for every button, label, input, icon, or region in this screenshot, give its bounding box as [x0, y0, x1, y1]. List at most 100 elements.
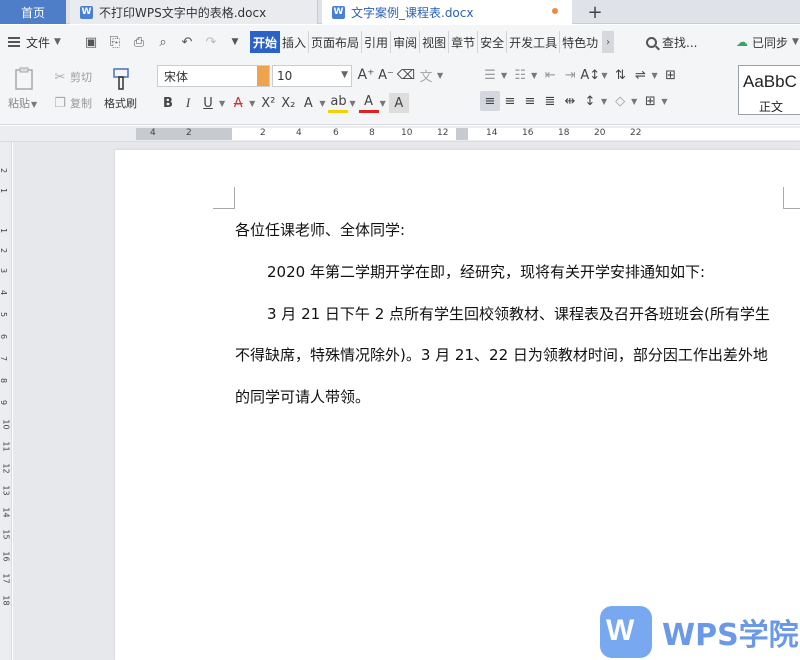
wps-academy-watermark: W WPS学院 [600, 606, 799, 658]
tab-document-2[interactable]: W 文字案例_课程表.docx [322, 0, 572, 24]
search-button[interactable]: 查找... [646, 34, 736, 51]
tab-page-layout[interactable]: 页面布局 [309, 31, 363, 53]
strikethrough-icon[interactable]: A [228, 93, 248, 113]
shrink-font-icon[interactable]: A⁻ [376, 65, 396, 85]
tab-sections[interactable]: 章节 [449, 31, 479, 53]
margin-corner-top-right [783, 187, 800, 209]
ruler-number: 4 [0, 290, 8, 295]
ruler-number: 8 [0, 378, 8, 383]
format-painter-label: 格式刷 [104, 97, 137, 110]
vertical-ruler[interactable]: 2 1 1 2 3 4 5 6 7 8 9 10 11 12 13 14 15 … [0, 142, 12, 660]
tab-stop-marker[interactable] [456, 128, 468, 140]
tab-document-1[interactable]: W 不打印WPS文字中的表格.docx [70, 0, 318, 24]
paragraph-tools-top: ☰ ▼ ☷ ▼ ⇤ ⇥ A↕ ▼ ⇅ ⇌ ▼ ⊞ [480, 65, 681, 85]
ruler-number: 7 [0, 356, 8, 361]
chevron-down-icon: ▼ [54, 37, 61, 47]
body-paragraph-line[interactable]: 3 月 21 日下午 2 点所有学生回校领教材、课程表及召开各班班会(所有学生 [267, 304, 770, 324]
clear-format-icon[interactable]: ⌫ [396, 65, 416, 85]
distributed-icon[interactable]: ⇹ [560, 91, 580, 111]
document-workspace[interactable]: 各位任课老师、全体同学: 2020 年第二学期开学在即，经研究，现将有关开学安排… [13, 142, 800, 660]
borders-icon[interactable]: ⊞ [640, 91, 660, 111]
paste-button[interactable]: 粘贴▼ [8, 67, 40, 111]
superscript-icon[interactable]: X² [258, 93, 278, 113]
ruler-number: 8 [369, 128, 375, 138]
underline-icon[interactable]: U [198, 93, 218, 113]
grow-font-icon[interactable]: A⁺ [356, 65, 376, 85]
intro-paragraph[interactable]: 2020 年第二学期开学在即，经研究，现将有关开学安排通知如下: [267, 262, 705, 282]
font-name-select[interactable]: 宋体 [157, 65, 270, 87]
save-icon[interactable]: ▣ [80, 31, 102, 53]
tab-insert[interactable]: 插入 [280, 31, 310, 53]
salutation-paragraph[interactable]: 各位任课老师、全体同学: [235, 220, 405, 240]
align-left-icon[interactable]: ≡ [480, 91, 500, 111]
highlight-icon[interactable]: ab [328, 93, 349, 113]
tab-home[interactable]: 首页 [0, 0, 66, 24]
ruler-number: 5 [0, 312, 8, 317]
more-tabs-button[interactable]: › [602, 31, 615, 53]
tab-view[interactable]: 视图 [420, 31, 450, 53]
tab-developer[interactable]: 开发工具 [507, 31, 561, 53]
align-right-icon[interactable]: ≡ [520, 91, 540, 111]
horizontal-ruler[interactable]: 4 2 2 4 6 8 10 12 14 16 18 20 22 [0, 126, 800, 142]
numbered-list-icon[interactable]: ☷ [510, 65, 530, 85]
menu-right: 查找... ☁ 已同步 ▼ [646, 25, 800, 59]
undo-icon[interactable]: ↶ [176, 31, 198, 53]
tab-security[interactable]: 安全 [478, 31, 508, 53]
customize-toolbar-icon[interactable]: ▼ [224, 31, 246, 53]
justify-icon[interactable]: ≣ [540, 91, 560, 111]
tab-review[interactable]: 审阅 [391, 31, 421, 53]
copy-button[interactable]: ❐ 复制 [50, 93, 92, 113]
text-effect-icon[interactable]: A [298, 93, 318, 113]
subscript-icon[interactable]: X₂ [278, 93, 298, 113]
export-icon[interactable]: ⎘ [104, 31, 126, 53]
bold-icon[interactable]: B [158, 93, 178, 113]
decrease-indent-icon[interactable]: ⇤ [540, 65, 560, 85]
file-menu-button[interactable]: 文件 ▼ [0, 34, 80, 51]
print-icon[interactable]: ⎙ [128, 31, 150, 53]
phonetic-guide-icon[interactable]: 文 [416, 65, 436, 85]
wps-writer-icon: W [332, 5, 345, 19]
new-tab-button[interactable]: + [580, 0, 610, 24]
align-center-icon[interactable]: ≡ [500, 91, 520, 111]
redo-icon[interactable]: ↷ [200, 31, 222, 53]
body-paragraph-line[interactable]: 的同学可请人带领。 [235, 387, 370, 407]
font-size-value: 10 [277, 69, 293, 83]
shading-icon[interactable]: ◇ [610, 91, 630, 111]
text-direction-icon[interactable]: A↕ [580, 65, 600, 85]
unsaved-indicator-icon [552, 8, 558, 14]
quick-access-toolbar: ▣ ⎘ ⎙ ⌕ ↶ ↷ ▼ [80, 31, 246, 53]
body-paragraph-line[interactable]: 不得缺席，特殊情况除外)。3 月 21、22 日为领教材时间，部分因工作出差外地 [235, 345, 768, 365]
ruler-number: 1 [0, 228, 8, 233]
show-marks-icon[interactable]: ⇌ [630, 65, 650, 85]
ribbon-tabs: 开始 插入 页面布局 引用 审阅 视图 章节 安全 开发工具 特色功 › [250, 31, 615, 53]
sync-status[interactable]: ☁ 已同步 ▼ [736, 34, 800, 51]
italic-icon[interactable]: I [178, 93, 198, 113]
copy-icon: ❐ [54, 95, 66, 111]
character-shading-icon[interactable]: A [388, 93, 409, 113]
bullet-list-icon[interactable]: ☰ [480, 65, 500, 85]
cut-button[interactable]: ✂ 剪切 [50, 67, 92, 87]
sort-icon[interactable]: ⇅ [610, 65, 630, 85]
scissors-icon: ✂ [54, 69, 66, 85]
font-size-select[interactable]: 10 ▼ [272, 65, 352, 87]
tab-start[interactable]: 开始 [250, 31, 281, 53]
ruler-number: 18 [558, 128, 570, 138]
increase-indent-icon[interactable]: ⇥ [560, 65, 580, 85]
font-color-icon[interactable]: A [358, 93, 379, 113]
print-preview-icon[interactable]: ⌕ [152, 31, 174, 53]
font-size-tools: A⁺ A⁻ ⌫ 文 ▼ [356, 65, 444, 85]
style-normal[interactable]: AaBbC 正文 [738, 65, 800, 115]
font-dropdown-arrow[interactable] [257, 66, 269, 86]
ruler-number: 10 [401, 128, 413, 138]
line-spacing-icon[interactable]: ↕ [580, 91, 600, 111]
paste-icon [15, 67, 33, 90]
ruler-number: 2 [260, 128, 266, 138]
tab-special[interactable]: 特色功 [560, 31, 600, 53]
ruler-number: 16 [1, 551, 11, 562]
document-page[interactable]: 各位任课老师、全体同学: 2020 年第二学期开学在即，经研究，现将有关开学安排… [115, 150, 800, 660]
ribbon: 粘贴▼ ✂ 剪切 ❐ 复制 格式刷 宋体 10 ▼ A⁺ A⁻ ⌫ 文 ▼ B I… [0, 59, 800, 125]
tab-references[interactable]: 引用 [362, 31, 392, 53]
format-painter-button[interactable]: 格式刷 [104, 67, 137, 111]
table-icon[interactable]: ⊞ [661, 65, 681, 85]
indent-marker[interactable] [220, 128, 232, 140]
